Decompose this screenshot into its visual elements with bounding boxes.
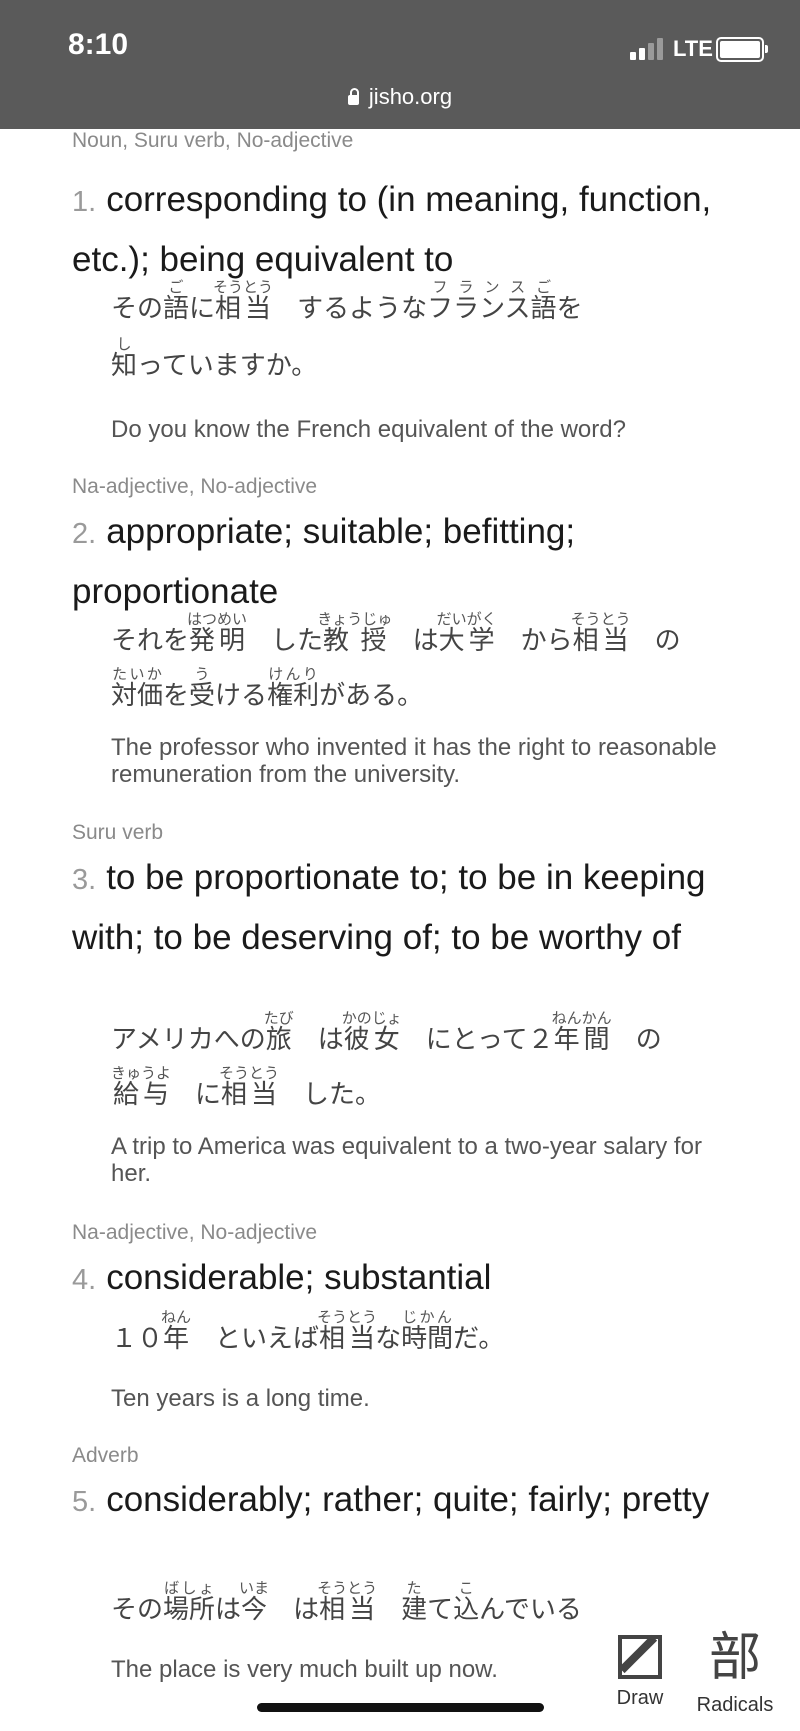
meaning: 2. appropriate; suitable; befitting; prop…	[72, 503, 732, 620]
meaning-text: appropriate; suitable; befitting; propor…	[72, 512, 576, 611]
part-of-speech: Na-adjective, No-adjective	[72, 475, 318, 498]
meaning-number: 4.	[72, 1264, 97, 1296]
example-japanese: その語ごに相当そうとう するようなフランス語フランスごを	[111, 279, 583, 323]
radical-icon: 部	[708, 1629, 761, 1687]
status-bar: 8:10 LTE jisho.org	[0, 0, 800, 129]
battery-icon	[716, 37, 768, 62]
example-japanese: アメリカへの旅たび は彼女かのじょ にとって２年間ねんかん の	[111, 1010, 662, 1054]
meaning: 4. considerable; substantial	[72, 1249, 732, 1309]
example-japanese: 知しっていますか。	[111, 336, 318, 380]
meaning: 3. to be proportionate to; to be in keepi…	[72, 849, 732, 966]
part-of-speech: Noun, Suru verb, No-adjective	[72, 129, 354, 152]
meaning-text: considerable; substantial	[106, 1258, 492, 1297]
meaning: 5. considerably; rather; quite; fairly; p…	[72, 1471, 732, 1531]
meaning-text: to be proportionate to; to be in keeping…	[72, 858, 706, 957]
part-of-speech: Suru verb	[72, 821, 164, 844]
meaning-number: 3.	[72, 864, 97, 896]
meaning-text: considerably; rather; quite; fairly; pre…	[106, 1480, 710, 1519]
meaning-text: corresponding to (in meaning, function, …	[72, 180, 712, 279]
example-english: Do you know the French equivalent of the…	[111, 416, 626, 443]
meaning-number: 1.	[72, 186, 97, 218]
part-of-speech: Adverb	[72, 1444, 139, 1467]
meaning-number: 5.	[72, 1486, 97, 1518]
example-japanese: １０年ねん といえば相当そうとうな時間じかんだ。	[111, 1309, 505, 1353]
example-english: A trip to America was equivalent to a tw…	[111, 1133, 702, 1187]
radicals-button[interactable]: 部 Radicals	[690, 1630, 780, 1717]
radicals-label: Radicals	[696, 1694, 774, 1716]
draw-label: Draw	[616, 1687, 664, 1709]
example-japanese: 対価たいかを受うける権利けんりがある。	[111, 666, 424, 710]
meaning-number: 2.	[72, 518, 97, 550]
example-english: Ten years is a long time.	[111, 1385, 370, 1412]
example-english: The professor who invented it has the ri…	[111, 734, 717, 788]
example-japanese: 給与きゅうよ に相当そうとう した。	[111, 1065, 382, 1109]
meaning: 1. corresponding to (in meaning, function…	[72, 171, 732, 288]
example-japanese: それを発明はつめい した教授きょうじゅ は大学だいがく から相当そうとう の	[111, 611, 681, 655]
signal-icon	[630, 38, 666, 60]
draw-button[interactable]: Draw	[614, 1634, 666, 1710]
example-japanese: その場所ばしょは今いま は相当そうとう 建たて込こんでいる	[111, 1580, 582, 1624]
network-type: LTE	[673, 36, 713, 61]
url-bar[interactable]: jisho.org	[0, 84, 800, 110]
home-indicator[interactable]	[257, 1703, 544, 1712]
pencil-icon	[618, 1634, 662, 1679]
part-of-speech: Na-adjective, No-adjective	[72, 1221, 318, 1244]
lock-icon	[347, 88, 359, 105]
status-time: 8:10	[68, 28, 129, 61]
url-text: jisho.org	[368, 84, 453, 109]
